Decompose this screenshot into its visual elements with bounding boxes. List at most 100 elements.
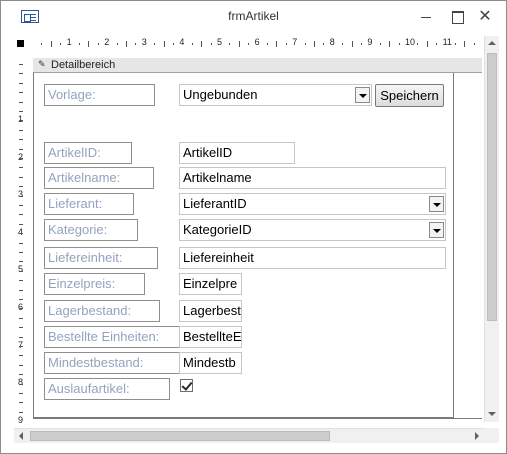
horizontal-ruler[interactable]: 1 2 3 4 5 6 7 8 9 10 11 [14, 36, 484, 52]
ruler-tick [19, 205, 23, 206]
vorlage-combobox[interactable]: Ungebunden [179, 84, 372, 106]
ruler-label: 2 [104, 37, 110, 47]
ruler-tick [19, 242, 23, 244]
liefereinheit-field[interactable]: Liefereinheit [179, 247, 446, 269]
ruler-label: 6 [254, 37, 260, 47]
ruler-label: 6 [18, 302, 24, 312]
artikelname-label[interactable]: Artikelname: [44, 167, 154, 189]
ruler-label: 9 [18, 414, 24, 425]
dropdown-arrow-icon[interactable] [355, 87, 370, 103]
ruler-dot [285, 43, 287, 45]
ruler-dot [116, 43, 118, 45]
einzelpreis-label[interactable]: Einzelpreis: [44, 273, 145, 295]
ruler-tick [50, 41, 52, 47]
form-background [454, 73, 482, 418]
ruler-tick [163, 41, 165, 47]
scroll-left-arrow-icon[interactable] [14, 429, 29, 444]
auslaufartikel-label[interactable]: Auslaufartikel: [44, 378, 170, 400]
artikelid-label[interactable]: ArtikelID: [44, 142, 132, 164]
ruler-tick [19, 280, 23, 282]
ruler-label: 4 [179, 37, 185, 47]
ruler-tick [19, 252, 23, 253]
auslaufartikel-checkbox[interactable] [180, 379, 193, 392]
ruler-dot [304, 43, 306, 45]
ruler-tick [19, 120, 23, 122]
maximize-button[interactable] [445, 5, 469, 27]
ruler-dot [41, 43, 43, 45]
lieferant-label[interactable]: Lieferant: [44, 193, 134, 215]
ruler-dot [154, 43, 156, 45]
bestellte-einheiten-label[interactable]: Bestellte Einheiten: [44, 326, 181, 348]
ruler-tick [19, 223, 23, 225]
vertical-scrollbar[interactable] [484, 36, 499, 422]
lagerbestand-label[interactable]: Lagerbestand: [44, 300, 160, 322]
dropdown-arrow-icon[interactable] [429, 196, 444, 212]
ruler-tick [19, 270, 23, 272]
einzelpreis-field[interactable]: Einzelpre [179, 273, 242, 295]
ruler-dot [436, 43, 438, 45]
horizontal-scrollbar[interactable] [14, 428, 484, 443]
kategorie-combobox[interactable]: KategorieID [179, 219, 446, 241]
artikelid-field[interactable]: ArtikelID [179, 142, 295, 164]
ruler-tick [19, 336, 23, 338]
vertical-ruler[interactable]: 1 2 3 4 5 6 7 8 9 [14, 58, 28, 425]
lagerbestand-field[interactable]: Lagerbest [179, 300, 242, 322]
mindestbestand-label[interactable]: Mindestbestand: [44, 352, 181, 374]
section-title: Detailbereich [51, 59, 116, 71]
ruler-tick [19, 167, 23, 169]
ruler-tick [19, 317, 23, 319]
bestellte-einheiten-field[interactable]: BestellteE [179, 326, 242, 348]
ruler-tick [19, 346, 23, 347]
scroll-down-arrow-icon[interactable] [485, 407, 500, 422]
mindestbestand-field[interactable]: Mindestb [179, 352, 242, 374]
ruler-dot [323, 43, 325, 45]
ruler-tick [19, 195, 23, 197]
ruler-dot [473, 43, 475, 45]
scroll-up-arrow-icon[interactable] [485, 36, 500, 51]
ruler-tick [19, 233, 23, 235]
ruler-tick [19, 374, 23, 376]
ruler-dot [455, 43, 456, 45]
minimize-button[interactable] [414, 5, 438, 27]
horizontal-scroll-thumb[interactable] [30, 431, 330, 441]
ruler-tick [19, 148, 23, 150]
ruler-tick [19, 111, 23, 112]
ruler-tick [19, 308, 23, 310]
ruler-tick [19, 299, 23, 300]
ruler-tick [19, 261, 23, 263]
ruler-dot [248, 43, 250, 45]
ruler-tick [19, 393, 23, 394]
ruler-dot [79, 43, 80, 45]
lieferant-value: LieferantID [183, 196, 247, 211]
form-footer-edge [33, 418, 482, 424]
ruler-dot [267, 43, 268, 45]
kategorie-label[interactable]: Kategorie: [44, 219, 138, 241]
vorlage-label[interactable]: Vorlage: [44, 84, 155, 106]
ruler-label: 8 [18, 377, 24, 388]
liefereinheit-label[interactable]: Liefereinheit: [44, 247, 158, 269]
save-button[interactable]: Speichern [375, 84, 444, 107]
ruler-label: 11 [442, 37, 452, 47]
ruler-label: 8 [329, 37, 335, 47]
ruler-origin-icon[interactable] [17, 40, 24, 47]
ruler-tick [126, 41, 127, 47]
scroll-right-arrow-icon[interactable] [469, 429, 484, 444]
vertical-scroll-thumb[interactable] [487, 53, 497, 321]
lieferant-combobox[interactable]: LieferantID [179, 193, 446, 215]
ruler-dot [361, 43, 362, 45]
ruler-tick [238, 41, 240, 47]
vorlage-value: Ungebunden [183, 87, 258, 102]
ruler-dot [97, 43, 99, 45]
dropdown-arrow-icon[interactable] [429, 222, 444, 238]
ruler-label: 1 [18, 114, 24, 124]
ruler-dot [135, 43, 137, 45]
ruler-tick [19, 101, 23, 103]
ruler-dot [191, 43, 193, 45]
ruler-tick [426, 41, 428, 47]
ruler-tick [19, 129, 23, 131]
artikelname-field[interactable]: Artikelname [179, 167, 446, 189]
detail-section-header[interactable]: ✎ Detailbereich [33, 58, 482, 73]
ruler-tick [19, 289, 23, 291]
scrollbar-corner [484, 428, 499, 443]
close-button[interactable]: ✕ [473, 5, 497, 27]
